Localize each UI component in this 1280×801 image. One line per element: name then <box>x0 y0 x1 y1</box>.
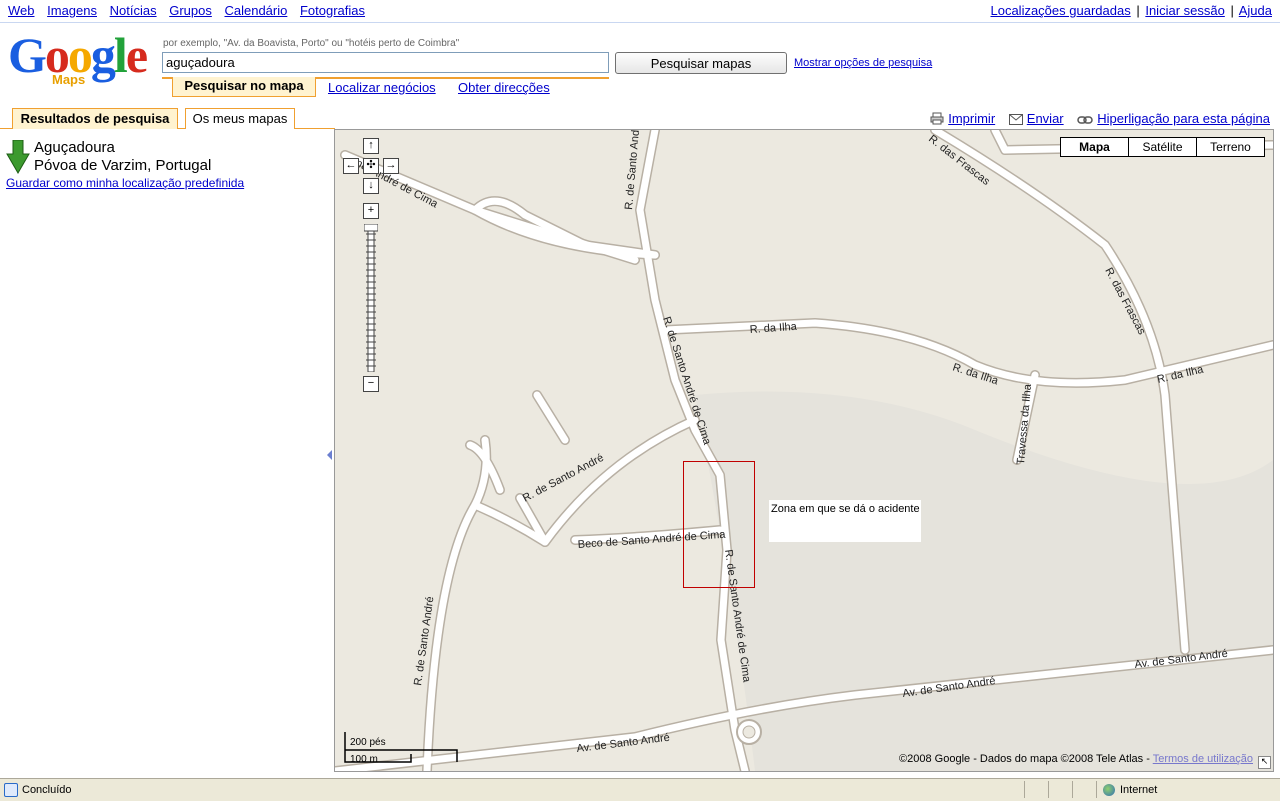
page-status-icon <box>4 783 18 797</box>
account-links: Localizações guardadas | Iniciar sessão … <box>990 3 1272 18</box>
collapse-panel-icon[interactable] <box>327 450 332 460</box>
print-label[interactable]: Imprimir <box>948 111 995 126</box>
tab-get-directions[interactable]: Obter direcções <box>458 80 550 95</box>
status-text: Concluído <box>22 784 72 796</box>
street-label: R. de Santo André <box>521 452 606 505</box>
pan-up-button[interactable]: ↑ <box>363 138 379 154</box>
map-type-map-button[interactable]: Mapa <box>1061 138 1128 156</box>
search-maps-button[interactable]: Pesquisar mapas <box>615 52 787 74</box>
tab-find-business[interactable]: Localizar negócios <box>328 80 436 95</box>
chain-link-icon <box>1077 116 1094 124</box>
logo-letter: l <box>113 27 128 83</box>
link-button[interactable]: Hiperligação para esta página <box>1077 111 1270 126</box>
globe-icon <box>1103 784 1115 796</box>
zoom-slider-handle[interactable] <box>364 224 378 232</box>
send-button[interactable]: Enviar <box>1008 111 1067 126</box>
envelope-icon <box>1008 114 1023 125</box>
accident-zone-label: Zona em que se dá o acidente <box>769 500 921 542</box>
map-type-selector: Mapa Satélite Terreno <box>1060 137 1265 157</box>
tab-search-results[interactable]: Resultados de pesquisa <box>12 108 178 129</box>
tab-search-map[interactable]: Pesquisar no mapa <box>172 77 316 97</box>
scale-bar: 200 pés 100 m <box>343 730 463 766</box>
result-place-name[interactable]: Aguçadoura <box>34 139 115 156</box>
scale-feet-label: 200 pés <box>350 737 386 748</box>
browser-status-bar: Concluído Internet <box>0 778 1280 801</box>
tab-my-maps[interactable]: Os meus mapas <box>185 108 295 129</box>
send-label[interactable]: Enviar <box>1027 111 1064 126</box>
search-input[interactable] <box>162 52 609 73</box>
street-label: R. da Ilha <box>749 321 798 336</box>
map-toolbar: Imprimir Enviar Hiperligação para esta p… <box>920 111 1270 126</box>
google-maps-logo[interactable]: Google Maps <box>8 30 158 90</box>
nav-images-link[interactable]: Imagens <box>47 3 97 18</box>
nav-news-link[interactable]: Notícias <box>110 3 157 18</box>
scale-meters-label: 100 m <box>350 754 378 765</box>
sign-in-link[interactable]: Iniciar sessão <box>1145 3 1224 18</box>
security-zone-label: Internet <box>1120 784 1158 796</box>
pan-left-button[interactable]: ← <box>343 158 359 174</box>
top-navigation: Web Imagens Notícias Grupos Calendário F… <box>0 0 1280 23</box>
printer-icon <box>930 112 944 125</box>
saved-locations-link[interactable]: Localizações guardadas <box>990 3 1130 18</box>
map-type-terrain-button[interactable]: Terreno <box>1196 138 1264 156</box>
service-links: Web Imagens Notícias Grupos Calendário F… <box>8 3 374 18</box>
help-link[interactable]: Ajuda <box>1239 3 1272 18</box>
map-canvas[interactable]: R. de Santo André de Cima R. de Santo An… <box>334 129 1274 772</box>
pan-center-button[interactable]: ✣ <box>363 158 379 174</box>
separator: | <box>1230 3 1234 18</box>
status-divider <box>1048 781 1049 798</box>
accident-zone-highlight <box>683 461 755 588</box>
nav-groups-link[interactable]: Grupos <box>169 3 212 18</box>
pan-right-button[interactable]: → <box>383 158 399 174</box>
road-network: R. de Santo André de Cima R. de Santo An… <box>335 130 1273 771</box>
map-copyright: ©2008 Google - Dados do mapa ©2008 Tele … <box>899 753 1253 765</box>
copyright-text: ©2008 Google - Dados do mapa ©2008 Tele … <box>899 753 1153 765</box>
print-button[interactable]: Imprimir <box>930 111 999 126</box>
nav-photos-link[interactable]: Fotografias <box>300 3 365 18</box>
nav-web-link[interactable]: Web <box>8 3 35 18</box>
save-default-location-link[interactable]: Guardar como minha localização predefini… <box>6 176 244 190</box>
pan-down-button[interactable]: ↓ <box>363 178 379 194</box>
overview-toggle-icon[interactable]: ↖ <box>1258 756 1271 769</box>
logo-letter: G <box>8 27 47 83</box>
terms-of-use-link[interactable]: Termos de utilização <box>1153 753 1253 765</box>
roundabout-center <box>742 725 756 739</box>
zoom-out-button[interactable]: − <box>363 376 379 392</box>
separator: | <box>1136 3 1140 18</box>
logo-letter: g <box>90 27 116 83</box>
zoom-slider[interactable] <box>364 224 378 372</box>
show-search-options-link[interactable]: Mostrar opções de pesquisa <box>794 57 932 69</box>
green-arrow-marker-icon[interactable] <box>6 140 30 174</box>
nav-calendar-link[interactable]: Calendário <box>224 3 287 18</box>
search-hint: por exemplo, "Av. da Boavista, Porto" ou… <box>163 38 460 49</box>
map-type-satellite-button[interactable]: Satélite <box>1128 138 1196 156</box>
logo-letter: e <box>125 27 148 83</box>
zoom-in-button[interactable]: + <box>363 203 379 219</box>
status-divider <box>1072 781 1073 798</box>
status-divider <box>1024 781 1025 798</box>
logo-maps-label: Maps <box>52 72 86 87</box>
terrain-tint <box>695 391 1273 771</box>
result-place-region: Póvoa de Varzim, Portugal <box>34 157 212 174</box>
link-label[interactable]: Hiperligação para esta página <box>1097 111 1270 126</box>
security-zone: Internet <box>1096 781 1280 798</box>
